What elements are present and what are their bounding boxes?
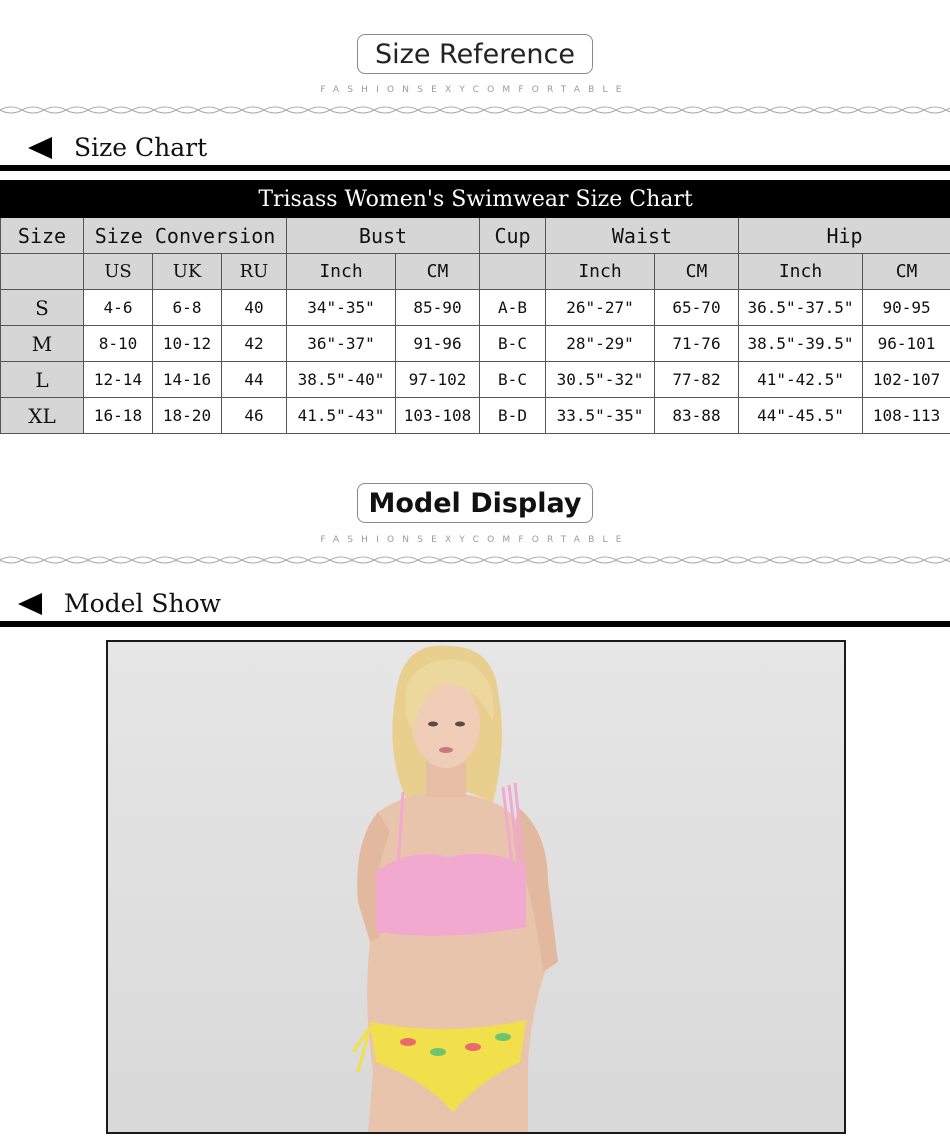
sub-header-us: US: [83, 253, 153, 290]
table-row: S 4-6 6-8 40 34"-35" 85-90 A-B 26"-27" 6…: [0, 289, 950, 326]
uk-cell: 10-12: [152, 325, 222, 362]
bust-inch-cell: 34"-35": [286, 289, 396, 326]
left-triangle-icon: [28, 136, 52, 159]
ru-cell: 46: [221, 397, 287, 434]
waist-cm-cell: 71-76: [654, 325, 739, 362]
size-reference-label: Size Reference: [357, 34, 593, 74]
section-rule: [0, 621, 950, 627]
waist-inch-cell: 26"-27": [545, 289, 655, 326]
us-cell: 4-6: [83, 289, 153, 326]
size-chart-table: Trisass Women's Swimwear Size Chart Size…: [0, 180, 950, 434]
section-rule: [0, 165, 950, 171]
us-cell: 12-14: [83, 361, 153, 398]
bust-inch-cell: 38.5"-40": [286, 361, 396, 398]
cup-cell: B-D: [479, 397, 546, 434]
us-cell: 8-10: [83, 325, 153, 362]
hip-inch-cell: 44"-45.5": [738, 397, 863, 434]
waist-inch-cell: 30.5"-32": [545, 361, 655, 398]
hip-cm-cell: 102-107: [861, 361, 950, 398]
hip-inch-cell: 41"-42.5": [738, 361, 863, 398]
size-reference-subtitle: FASHIONSEXYCOMFORTABLE: [320, 85, 630, 95]
group-header-row: Size Size Conversion Bust Cup Waist Hip: [0, 217, 950, 254]
waist-inch-cell: 28"-29": [545, 325, 655, 362]
sub-header-row: US UK RU Inch CM Inch CM Inch CM: [0, 253, 950, 290]
us-cell: 16-18: [83, 397, 153, 434]
model-illustration: [108, 642, 844, 1132]
table-row: XL 16-18 18-20 46 41.5"-43" 103-108 B-D …: [0, 397, 950, 434]
size-chart-heading: Size Chart: [28, 133, 207, 162]
waist-cm-cell: 83-88: [654, 397, 739, 434]
cup-cell: B-C: [479, 325, 546, 362]
cup-cell: A-B: [479, 289, 546, 326]
sub-header-waist-cm: CM: [654, 253, 739, 290]
waist-cm-cell: 77-82: [654, 361, 739, 398]
header-hip: Hip: [737, 217, 950, 254]
sub-header-waist-inch: Inch: [545, 253, 655, 290]
model-display-label: Model Display: [357, 483, 593, 523]
uk-cell: 18-20: [152, 397, 222, 434]
sub-header-hip-cm: CM: [861, 253, 950, 290]
bust-cm-cell: 103-108: [395, 397, 480, 434]
header-cup: Cup: [479, 217, 546, 254]
size-chart-title: Size Chart: [74, 133, 208, 162]
left-triangle-icon: [18, 592, 42, 615]
bust-cm-cell: 97-102: [395, 361, 480, 398]
hip-cm-cell: 90-95: [861, 289, 950, 326]
ru-cell: 40: [221, 289, 287, 326]
header-bust: Bust: [286, 217, 480, 254]
sub-header-uk: UK: [152, 253, 222, 290]
sub-header-bust-inch: Inch: [286, 253, 396, 290]
hip-inch-cell: 38.5"-39.5": [738, 325, 863, 362]
waist-cm-cell: 65-70: [654, 289, 739, 326]
uk-cell: 6-8: [152, 289, 222, 326]
cup-cell: B-C: [479, 361, 546, 398]
hip-cm-cell: 96-101: [861, 325, 950, 362]
bust-inch-cell: 41.5"-43": [286, 397, 396, 434]
header-waist: Waist: [545, 217, 739, 254]
wave-divider-top: [0, 106, 950, 114]
model-show-heading: Model Show: [18, 589, 221, 618]
model-show-title: Model Show: [64, 589, 222, 618]
uk-cell: 14-16: [152, 361, 222, 398]
bust-cm-cell: 91-96: [395, 325, 480, 362]
table-caption: Trisass Women's Swimwear Size Chart: [0, 180, 950, 218]
bust-cm-cell: 85-90: [395, 289, 480, 326]
header-size: Size: [0, 217, 84, 254]
size-cell: S: [0, 289, 84, 326]
sub-header-bust-cm: CM: [395, 253, 480, 290]
size-cell: XL: [0, 397, 84, 434]
header-size-conversion: Size Conversion: [83, 217, 287, 254]
wave-divider-bottom: [0, 556, 950, 564]
ru-cell: 42: [221, 325, 287, 362]
size-cell: L: [0, 361, 84, 398]
table-row: L 12-14 14-16 44 38.5"-40" 97-102 B-C 30…: [0, 361, 950, 398]
sub-header-empty: [0, 253, 84, 290]
model-display-subtitle: FASHIONSEXYCOMFORTABLE: [320, 535, 630, 545]
sub-header-ru: RU: [221, 253, 287, 290]
size-cell: M: [0, 325, 84, 362]
model-photo: [106, 640, 846, 1134]
sub-header-hip-inch: Inch: [738, 253, 863, 290]
table-row: M 8-10 10-12 42 36"-37" 91-96 B-C 28"-29…: [0, 325, 950, 362]
hip-inch-cell: 36.5"-37.5": [738, 289, 863, 326]
hip-cm-cell: 108-113: [861, 397, 950, 434]
bust-inch-cell: 36"-37": [286, 325, 396, 362]
sub-header-cup-empty: [479, 253, 546, 290]
table-caption-row: Trisass Women's Swimwear Size Chart: [0, 180, 950, 218]
ru-cell: 44: [221, 361, 287, 398]
waist-inch-cell: 33.5"-35": [545, 397, 655, 434]
